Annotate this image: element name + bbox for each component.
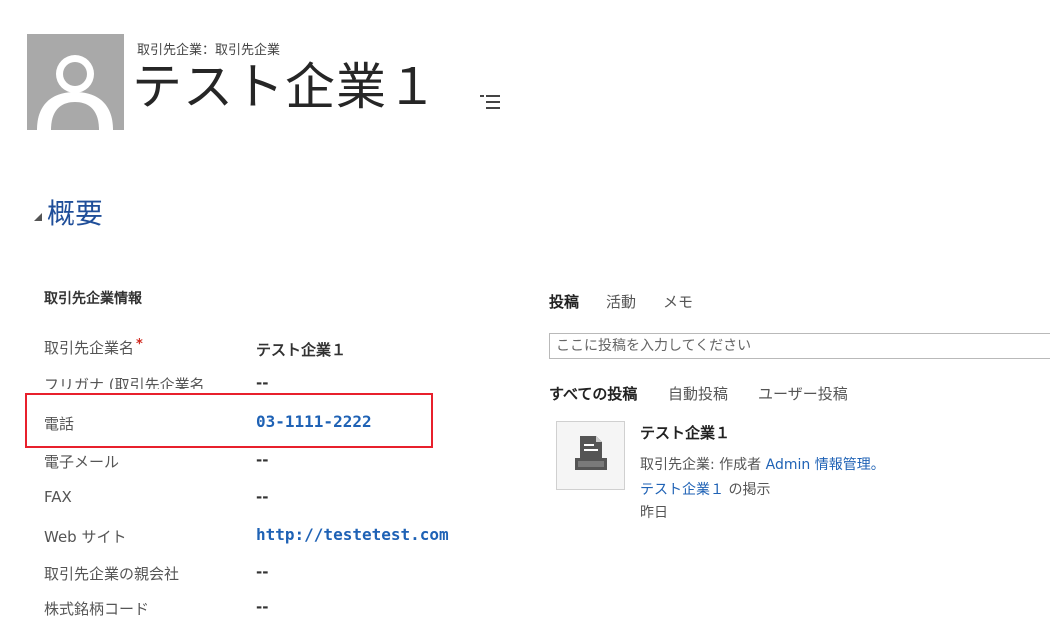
field-label-website: Web サイト — [44, 528, 127, 546]
subtab-user-posts[interactable]: ユーザー投稿 — [758, 383, 848, 404]
collapse-triangle-icon[interactable] — [33, 207, 43, 221]
section-title[interactable]: 概要 — [47, 196, 103, 232]
subtab-auto-posts[interactable]: 自動投稿 — [668, 383, 728, 404]
field-label-fax: FAX — [44, 488, 72, 506]
post-title[interactable]: テスト企業１ — [640, 422, 730, 443]
avatar — [27, 34, 124, 130]
list-menu-icon[interactable] — [480, 94, 502, 110]
record-title: テスト企業１ — [132, 58, 438, 116]
post-author-link[interactable]: Admin 情報管理。 — [766, 457, 885, 473]
required-marker: * — [136, 337, 143, 352]
post-timestamp: 昨日 — [640, 505, 668, 521]
post-target: テスト企業１ の掲示 — [640, 482, 771, 498]
field-label-ticker-symbol: 株式銘柄コード — [44, 600, 150, 618]
field-value-fax[interactable]: -- — [256, 488, 268, 506]
field-label-parent-account: 取引先企業の親会社 — [44, 565, 180, 583]
post-description: 取引先企業: 作成者 Admin 情報管理。 — [640, 457, 885, 473]
tab-posts[interactable]: 投稿 — [549, 291, 579, 312]
document-post-icon — [556, 421, 625, 490]
field-value-website[interactable]: http://testetest.com — [256, 525, 454, 544]
field-label-account-name: 取引先企業名 * — [44, 337, 143, 357]
post-target-link[interactable]: テスト企業１ — [640, 482, 724, 498]
subtab-all-posts[interactable]: すべての投稿 — [549, 383, 637, 404]
person-silhouette-icon — [27, 34, 124, 130]
field-label-email: 電子メール — [44, 453, 120, 471]
tab-activities[interactable]: 活動 — [606, 291, 636, 312]
field-value-furigana[interactable]: -- — [256, 374, 268, 389]
field-value-ticker-symbol[interactable]: -- — [256, 598, 268, 616]
group-title: 取引先企業情報 — [44, 291, 142, 307]
highlight-box — [25, 393, 433, 448]
field-value-account-name[interactable]: テスト企業１ — [256, 339, 346, 360]
post-input[interactable] — [549, 333, 1050, 359]
field-value-parent-account[interactable]: -- — [256, 563, 268, 581]
field-label-furigana: フリガナ (取引先企業名 — [44, 376, 205, 389]
tab-notes[interactable]: メモ — [663, 291, 693, 312]
field-value-email[interactable]: -- — [256, 451, 268, 469]
